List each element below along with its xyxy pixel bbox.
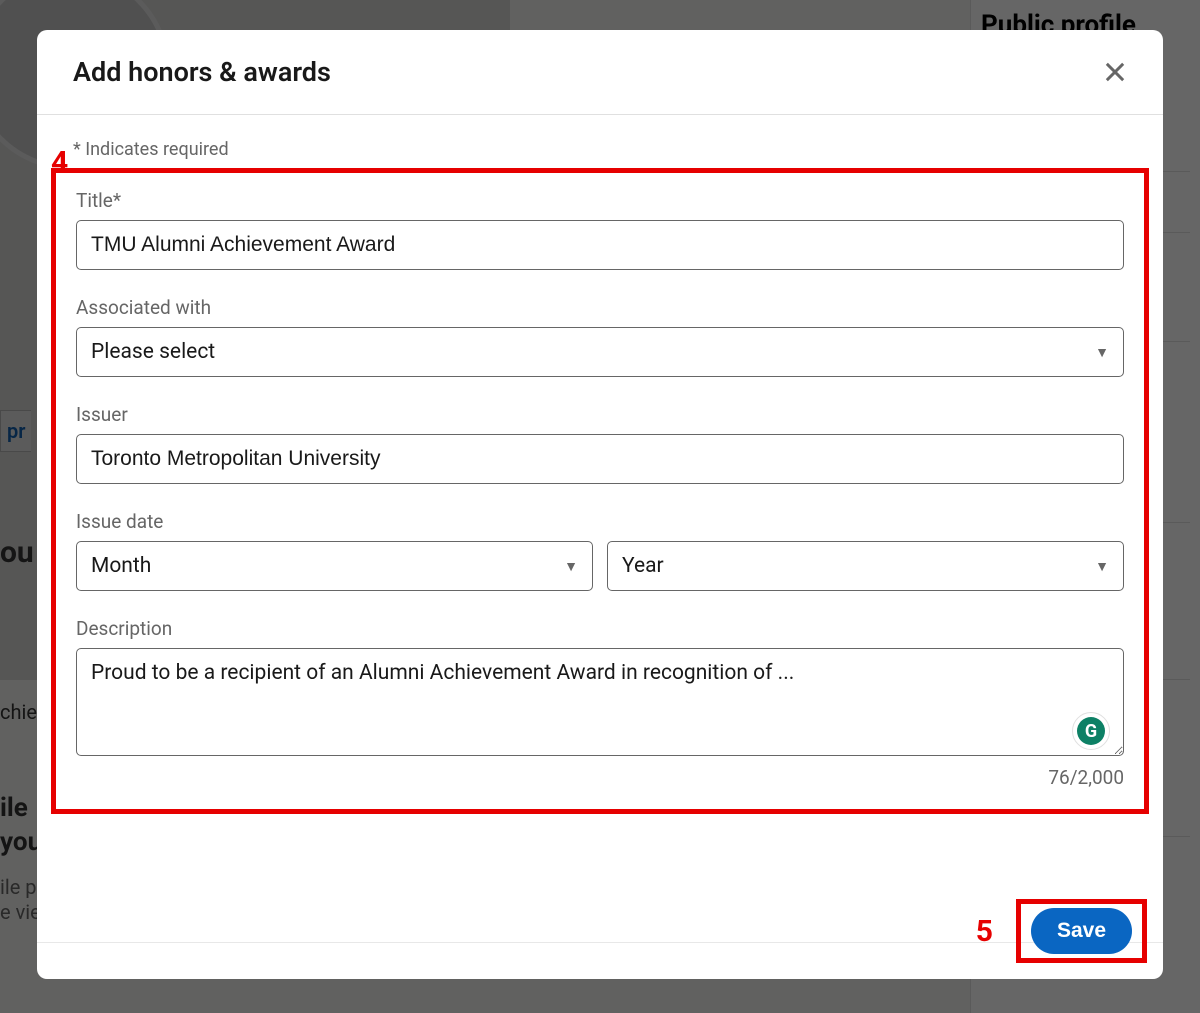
grammarly-logo: G: [1077, 717, 1105, 745]
modal-title: Add honors & awards: [73, 56, 331, 88]
annotation-step-4: 4: [51, 145, 68, 180]
chevron-down-icon: ▼: [1095, 558, 1109, 575]
date-row: Month ▼ Year ▼: [76, 541, 1124, 591]
associated-select[interactable]: Please select ▼: [76, 327, 1124, 377]
chevron-down-icon: ▼: [1095, 344, 1109, 361]
annotation-outline-4: Title* Associated with Please select ▼ I…: [51, 168, 1149, 814]
year-select[interactable]: Year ▼: [607, 541, 1124, 591]
grammarly-icon[interactable]: G: [1072, 712, 1110, 750]
issuer-label: Issuer: [76, 403, 1124, 426]
title-field-group: Title*: [76, 189, 1124, 270]
textarea-wrapper: G: [76, 648, 1124, 760]
issue-date-field-group: Issue date Month ▼ Year ▼: [76, 510, 1124, 591]
description-textarea[interactable]: [76, 648, 1124, 756]
save-button[interactable]: Save: [1031, 908, 1132, 954]
title-label: Title*: [76, 189, 1124, 212]
month-select[interactable]: Month ▼: [76, 541, 593, 591]
modal-body: 4 * Indicates required Title* Associated…: [37, 115, 1163, 942]
close-icon: [1101, 58, 1129, 86]
month-value: Month: [91, 554, 151, 578]
close-button[interactable]: [1093, 50, 1137, 94]
associated-field-group: Associated with Please select ▼: [76, 296, 1124, 377]
description-field-group: Description G 76/2,000: [76, 617, 1124, 789]
description-label: Description: [76, 617, 1124, 640]
modal-footer: 5 Save: [37, 942, 1163, 979]
issue-date-label: Issue date: [76, 510, 1124, 533]
year-value: Year: [622, 554, 664, 578]
title-input[interactable]: [76, 220, 1124, 270]
issuer-field-group: Issuer: [76, 403, 1124, 484]
associated-label: Associated with: [76, 296, 1124, 319]
issuer-input[interactable]: [76, 434, 1124, 484]
character-counter: 76/2,000: [76, 766, 1124, 789]
annotation-outline-5: Save: [1016, 899, 1147, 963]
associated-value: Please select: [91, 340, 215, 364]
add-honors-modal: Add honors & awards 4 * Indicates requir…: [37, 30, 1163, 979]
chevron-down-icon: ▼: [564, 558, 578, 575]
modal-header: Add honors & awards: [37, 30, 1163, 115]
required-indicator: * Indicates required: [73, 139, 1127, 160]
annotation-step-5: 5: [976, 914, 993, 949]
